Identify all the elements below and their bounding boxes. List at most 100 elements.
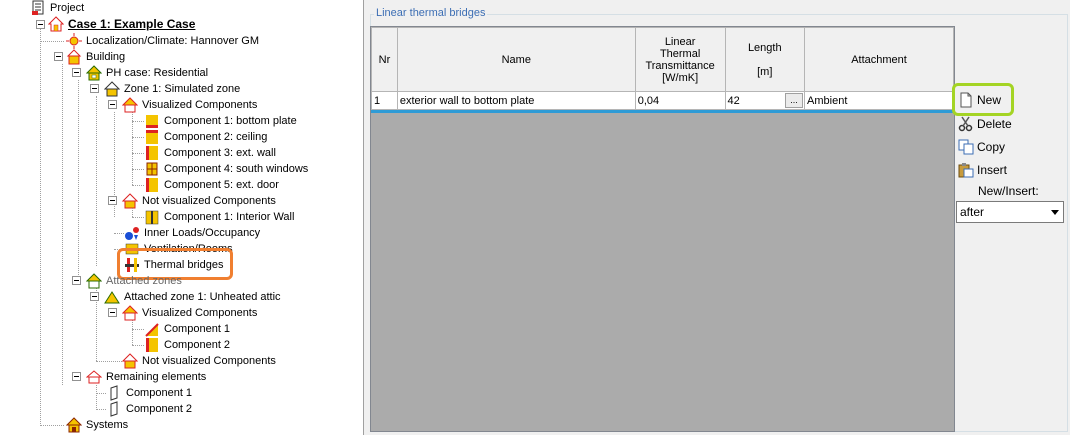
collapse-toggle[interactable] bbox=[72, 276, 81, 285]
tree-label: Inner Loads/Occupancy bbox=[144, 227, 261, 239]
tree-item-zone1[interactable]: Zone 1: Simulated zone bbox=[103, 81, 242, 97]
tree-connector bbox=[132, 329, 144, 330]
tree-item-localization[interactable]: Localization/Climate: Hannover GM bbox=[66, 33, 261, 49]
tree-label: Localization/Climate: Hannover GM bbox=[86, 35, 260, 47]
copy-label: Copy bbox=[977, 140, 1006, 154]
collapse-toggle[interactable] bbox=[72, 68, 81, 77]
header-text: Thermal bbox=[659, 47, 701, 60]
column-header-attachment[interactable]: Attachment bbox=[804, 27, 954, 92]
attic-icon bbox=[104, 289, 120, 305]
tree-item-building[interactable]: Building bbox=[66, 49, 127, 65]
tree-item-visualized[interactable]: Visualized Components bbox=[121, 97, 259, 113]
building-icon bbox=[66, 49, 82, 65]
tree-item-remaining[interactable]: Remaining elements bbox=[85, 369, 208, 385]
tree-item-az-visualized[interactable]: Visualized Components bbox=[121, 305, 259, 321]
new-insert-value: after bbox=[960, 205, 985, 219]
remaining-elements-icon bbox=[85, 369, 103, 385]
table-row[interactable]: 1 exterior wall to bottom plate 0,04 42 … bbox=[371, 91, 954, 110]
tree-label: Systems bbox=[86, 419, 129, 431]
cell-length[interactable]: 42 ... bbox=[724, 91, 806, 110]
tree-connector bbox=[96, 409, 106, 410]
case-house-icon bbox=[47, 16, 65, 32]
collapse-toggle[interactable] bbox=[108, 196, 117, 205]
collapse-toggle[interactable] bbox=[90, 84, 99, 93]
tree-item-thermal-bridges[interactable]: Thermal bridges bbox=[124, 257, 226, 273]
new-insert-select[interactable]: after bbox=[956, 201, 1064, 223]
tree-item-interior-wall[interactable]: Component 1: Interior Wall bbox=[144, 209, 296, 225]
cell-name[interactable]: exterior wall to bottom plate bbox=[396, 91, 636, 110]
header-text: Linear bbox=[664, 35, 696, 48]
column-header-length[interactable]: Length [m] bbox=[724, 27, 806, 92]
tree-item-ph-case[interactable]: PH case: Residential bbox=[85, 65, 210, 81]
group-title: Linear thermal bridges bbox=[374, 7, 488, 19]
scissors-icon bbox=[958, 116, 974, 132]
data-table: Nr Name Linear Thermal Transmittance [W/… bbox=[371, 27, 954, 110]
tree-label: Component 2 bbox=[126, 403, 193, 415]
climate-sun-icon bbox=[66, 33, 82, 49]
tree-item-rem-component2[interactable]: Component 2 bbox=[106, 401, 194, 417]
header-text: Length bbox=[747, 41, 782, 54]
delete-button[interactable]: Delete bbox=[958, 114, 1012, 134]
tree-item-systems[interactable]: Systems bbox=[65, 417, 130, 433]
tree-item-component-ceiling[interactable]: Component 2: ceiling bbox=[144, 129, 269, 145]
tree-connector bbox=[132, 217, 144, 218]
occupancy-icon bbox=[124, 225, 140, 241]
tree-item-project[interactable]: Project bbox=[30, 0, 86, 16]
components-icon bbox=[121, 97, 139, 113]
collapse-toggle[interactable] bbox=[72, 372, 81, 381]
tree-item-not-visualized[interactable]: Not visualized Components bbox=[121, 193, 278, 209]
column-header-nr[interactable]: Nr bbox=[371, 27, 398, 92]
tree-item-attached-zones[interactable]: Attached zones bbox=[85, 273, 184, 289]
tree-item-component-door[interactable]: Component 5: ext. door bbox=[144, 177, 281, 193]
delete-label: Delete bbox=[977, 117, 1012, 131]
components-icon bbox=[121, 353, 139, 369]
tree-item-component-ext-wall[interactable]: Component 3: ext. wall bbox=[144, 145, 278, 161]
cell-nr[interactable]: 1 bbox=[371, 91, 398, 110]
collapse-toggle[interactable] bbox=[54, 52, 63, 61]
floor-slab-icon bbox=[144, 113, 160, 129]
tree-connector bbox=[40, 425, 64, 426]
new-insert-label: New/Insert: bbox=[978, 184, 1039, 198]
tree-label: Component 3: ext. wall bbox=[164, 147, 276, 159]
tree-item-component-bottom-plate[interactable]: Component 1: bottom plate bbox=[144, 113, 299, 129]
insert-button[interactable]: Insert bbox=[958, 160, 1007, 180]
tree-connector bbox=[132, 121, 144, 122]
tree-label: Building bbox=[86, 51, 126, 63]
project-tree[interactable]: Project Case 1: Example Case Localizatio… bbox=[0, 0, 364, 435]
tree-item-az-not-visualized[interactable]: Not visualized Components bbox=[121, 353, 278, 369]
tree-connector bbox=[96, 96, 97, 266]
tree-connector bbox=[96, 393, 106, 394]
paste-icon bbox=[958, 162, 974, 178]
tree-item-inner-loads[interactable]: Inner Loads/Occupancy bbox=[124, 225, 262, 241]
cell-psi[interactable]: 0,04 bbox=[634, 91, 726, 110]
collapse-toggle[interactable] bbox=[36, 20, 45, 29]
tree-connector bbox=[40, 24, 41, 426]
tree-item-az-component2[interactable]: Component 2 bbox=[144, 337, 232, 353]
tree-item-attached-zone1[interactable]: Attached zone 1: Unheated attic bbox=[104, 289, 283, 305]
column-header-name[interactable]: Name bbox=[396, 27, 636, 92]
cell-attachment[interactable]: Ambient bbox=[804, 91, 954, 110]
tree-connector bbox=[132, 208, 133, 217]
copy-icon bbox=[958, 139, 974, 155]
tree-label: Component 1 bbox=[126, 387, 193, 399]
tree-item-az-component1[interactable]: Component 1 bbox=[144, 321, 232, 337]
tree-connector bbox=[132, 153, 144, 154]
tree-item-component-windows[interactable]: Component 4: south windows bbox=[144, 161, 310, 177]
browse-button[interactable]: ... bbox=[785, 93, 804, 108]
column-header-psi[interactable]: Linear Thermal Transmittance [W/mK] bbox=[634, 27, 726, 92]
thermal-bridges-table[interactable]: Nr Name Linear Thermal Transmittance [W/… bbox=[370, 26, 955, 432]
systems-icon bbox=[65, 417, 83, 433]
tree-item-rem-component1[interactable]: Component 1 bbox=[106, 385, 194, 401]
collapse-toggle[interactable] bbox=[108, 308, 117, 317]
tree-item-case[interactable]: Case 1: Example Case bbox=[47, 16, 197, 32]
header-text: [m] bbox=[757, 65, 773, 78]
copy-button[interactable]: Copy bbox=[958, 137, 1005, 157]
collapse-toggle[interactable] bbox=[108, 100, 117, 109]
tree-connector bbox=[78, 80, 79, 285]
tree-connector bbox=[132, 169, 144, 170]
tree-connector bbox=[132, 112, 133, 185]
tree-connector bbox=[132, 137, 144, 138]
collapse-toggle[interactable] bbox=[90, 292, 99, 301]
tree-label: Remaining elements bbox=[106, 371, 207, 383]
tree-connector bbox=[132, 185, 144, 186]
